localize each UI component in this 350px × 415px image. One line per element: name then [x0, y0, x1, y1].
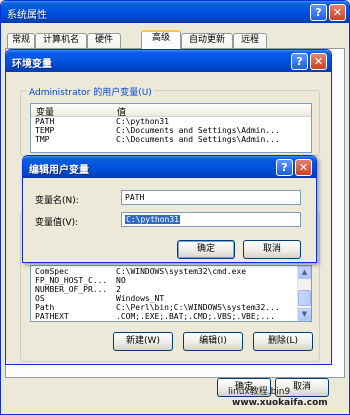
tab-computer-name[interactable]: 计算机名	[35, 33, 87, 48]
tab-general[interactable]: 常规	[7, 33, 35, 48]
variable-value: .COM;.EXE;.BAT;.CMD;.VBS;.VBE;...	[116, 312, 275, 321]
scroll-thumb[interactable]	[298, 290, 311, 306]
variable-name: OS	[35, 294, 45, 303]
variable-name: FP_NO_HOST_C...	[35, 276, 108, 285]
environment-variables-titlebar[interactable]: 环境变量 ? ✕	[6, 50, 331, 72]
list-item[interactable]: PATH C:\python31	[31, 117, 311, 126]
scroll-down-arrow-icon[interactable]: ▼	[298, 308, 311, 321]
edit-close-button[interactable]: ✕	[295, 159, 312, 176]
variable-value: NO	[116, 276, 126, 285]
edit-help-button[interactable]: ?	[276, 159, 293, 176]
edit-dialog-titlebar[interactable]: 编辑用户变量 ? ✕	[23, 156, 316, 178]
env-help-button[interactable]: ?	[291, 53, 308, 70]
watermark-line-1: linux教程.bin9	[228, 387, 291, 397]
help-button[interactable]: ?	[310, 4, 327, 21]
tab-hardware[interactable]: 硬件	[87, 33, 121, 48]
delete-variable-button[interactable]: 删除(L)	[253, 332, 313, 351]
edit-variable-button[interactable]: 编辑(I)	[183, 332, 243, 351]
close-button[interactable]: ✕	[329, 4, 346, 21]
tab-automatic-updates[interactable]: 自动更新	[181, 33, 233, 48]
edit-ok-button[interactable]: 确定	[177, 240, 235, 259]
variable-name-label: 变量名(N):	[35, 196, 79, 206]
variable-value: C:\python31	[116, 117, 169, 126]
variable-name-field[interactable]: PATH	[121, 190, 301, 205]
user-list-header: 变量 值	[31, 104, 311, 118]
variable-value-label: 变量值(V):	[35, 218, 79, 228]
list-item[interactable]: NUMBER_OF_PR... 2	[31, 285, 311, 294]
variable-name: TEMP	[35, 126, 55, 135]
tab-advanced[interactable]: 高级	[141, 30, 181, 49]
window-title: 系统属性	[7, 10, 47, 21]
list-item[interactable]: ComSpec C:\WINDOWS\system32\cmd.exe	[31, 267, 311, 276]
env-window-title: 环境变量	[12, 59, 52, 70]
variable-name: PATHEXT	[35, 312, 69, 321]
list-item[interactable]: PATHEXT .COM;.EXE;.BAT;.CMD;.VBS;.VBE;..…	[31, 312, 311, 321]
variable-value: 2	[116, 285, 121, 294]
edit-cancel-button[interactable]: 取消	[243, 240, 301, 259]
edit-user-variable-dialog: 编辑用户变量 ? ✕ 变量名(N): PATH 变量值(V): C:\pytho…	[22, 155, 317, 263]
env-close-button[interactable]: ✕	[310, 53, 327, 70]
variable-value: C:\Documents and Settings\Admin...	[116, 135, 280, 144]
list-item[interactable]: Path C:\Perl\bin;C:\WINDOWS\system32...	[31, 303, 311, 312]
system-properties-titlebar[interactable]: 系统属性 ? ✕	[1, 1, 349, 23]
list-item[interactable]: TMP C:\Documents and Settings\Admin...	[31, 135, 311, 144]
new-variable-button[interactable]: 新建(W)	[113, 332, 173, 351]
scroll-up-arrow-icon[interactable]: ▲	[298, 266, 311, 279]
variable-name: ComSpec	[35, 267, 69, 276]
variable-value: C:\Perl\bin;C:\WINDOWS\system32...	[116, 303, 280, 312]
system-variables-list[interactable]: ComSpec C:\WINDOWS\system32\cmd.exe FP_N…	[30, 265, 312, 322]
variable-value: Windows_NT	[116, 294, 165, 303]
system-list-scrollbar[interactable]: ▲ ▼	[297, 266, 311, 321]
list-item[interactable]: TEMP C:\Documents and Settings\Admin...	[31, 126, 311, 135]
variable-name: Path	[35, 303, 55, 312]
user-variables-list[interactable]: 变量 值 PATH C:\python31 TEMP C:\Documents …	[30, 103, 312, 153]
variable-value-selection: C:\python31	[125, 215, 180, 224]
user-variables-group: Administrator 的用户变量(U) 变量 值 PATH C:\pyth…	[20, 85, 320, 156]
watermark-line-2: www.xuokaifa.com	[232, 398, 328, 408]
user-variables-group-label: Administrator 的用户变量(U)	[27, 85, 154, 98]
variable-name: PATH	[35, 117, 55, 126]
variable-value: C:\Documents and Settings\Admin...	[116, 126, 280, 135]
variable-value: C:\WINDOWS\system32\cmd.exe	[116, 267, 247, 276]
variable-name: NUMBER_OF_PR...	[35, 285, 108, 294]
list-item[interactable]: OS Windows_NT	[31, 294, 311, 303]
edit-dialog-title: 编辑用户变量	[29, 165, 89, 176]
variable-name: TMP	[35, 135, 50, 144]
tab-remote[interactable]: 远程	[233, 33, 267, 48]
variable-value-field[interactable]: C:\python31	[121, 212, 301, 227]
list-item[interactable]: FP_NO_HOST_C... NO	[31, 276, 311, 285]
